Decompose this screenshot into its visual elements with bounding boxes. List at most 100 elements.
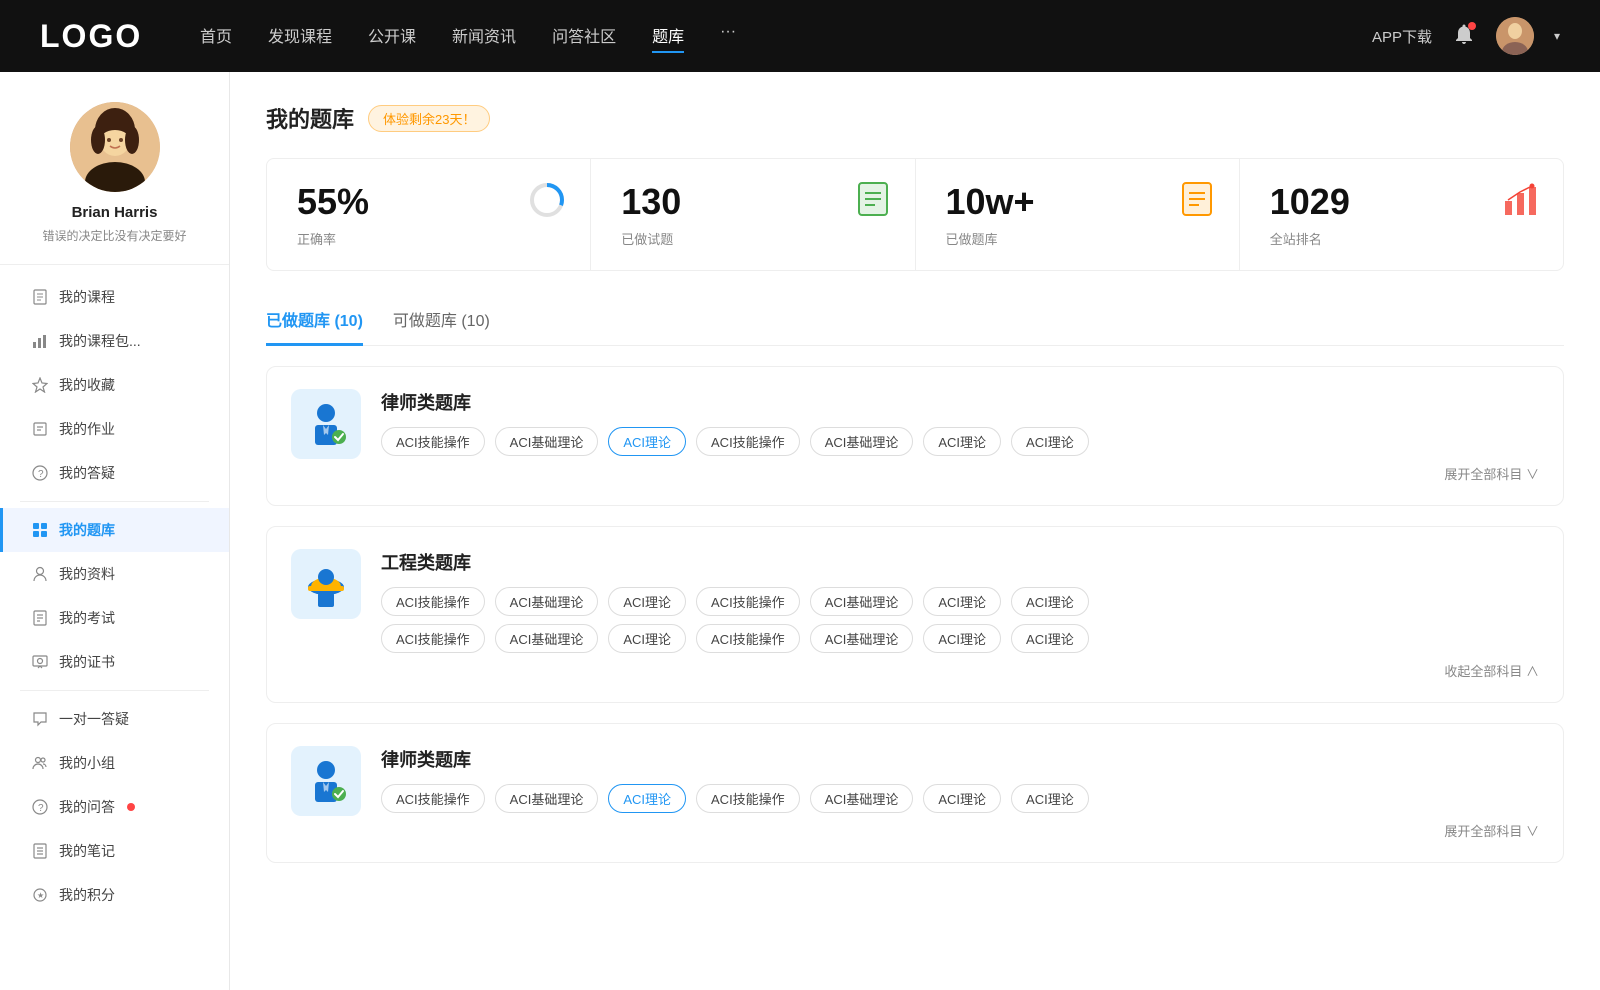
tag-item[interactable]: ACI技能操作 [696,784,800,813]
avatar-image [1496,17,1534,55]
tag-item[interactable]: ACI技能操作 [696,587,800,616]
sidebar-item-my-qa[interactable]: ? 我的问答 [0,785,229,829]
stats-row: 55% 正确率 130 已做试题 [266,158,1564,271]
tag-item-active[interactable]: ACI理论 [608,784,686,813]
sidebar-item-notes[interactable]: 我的笔记 [0,829,229,873]
expand-link-lawyer-2[interactable]: 展开全部科目 ∨ [381,821,1539,840]
qa-notification-dot [127,803,135,811]
nav-link-questionbank[interactable]: 题库 [652,19,684,53]
nav-link-news[interactable]: 新闻资讯 [452,19,516,53]
tag-item[interactable]: ACI技能操作 [381,587,485,616]
sidebar-item-one-on-one[interactable]: 一对一答疑 [0,697,229,741]
tag-item[interactable]: ACI技能操作 [381,427,485,456]
star-icon [31,376,49,394]
trial-badge: 体验剩余23天！ [368,105,490,132]
sidebar-item-answers[interactable]: ? 我的答疑 [0,451,229,495]
nav-link-home[interactable]: 首页 [200,19,232,53]
sidebar-item-profile[interactable]: 我的资料 [0,552,229,596]
tag-item[interactable]: ACI理论 [1011,624,1089,653]
bank-card-lawyer-1: 律师类题库 ACI技能操作 ACI基础理论 ACI理论 ACI技能操作 ACI基… [266,366,1564,506]
bank-engineer-content: 工程类题库 ACI技能操作 ACI基础理论 ACI理论 ACI技能操作 ACI基… [381,549,1539,680]
nav-links: 首页 发现课程 公开课 新闻资讯 问答社区 题库 ··· [200,19,1332,53]
tag-item[interactable]: ACI技能操作 [696,624,800,653]
sidebar: Brian Harris 错误的决定比没有决定要好 我的课程 我的课程包... [0,72,230,990]
sidebar-item-homework[interactable]: 我的作业 [0,407,229,451]
sidebar-item-certificate[interactable]: 我的证书 [0,640,229,684]
tag-item[interactable]: ACI基础理论 [495,427,599,456]
profile-avatar [70,102,160,192]
tag-item[interactable]: ACI技能操作 [381,784,485,813]
tag-item[interactable]: ACI技能操作 [381,624,485,653]
tag-item[interactable]: ACI理论 [923,624,1001,653]
qa-icon: ? [31,798,49,816]
bar-icon [31,332,49,350]
tag-item[interactable]: ACI理论 [1011,427,1089,456]
file-icon [31,288,49,306]
avatar[interactable] [1496,17,1534,55]
stat-done-questions-icon [855,181,891,222]
stat-rank-value: 1029 [1270,181,1350,223]
people-icon [31,565,49,583]
sidebar-item-my-courses[interactable]: 我的课程 [0,275,229,319]
profile-name: Brian Harris [72,204,158,221]
tag-item[interactable]: ACI基础理论 [495,624,599,653]
bank-lawyer-2-content: 律师类题库 ACI技能操作 ACI基础理论 ACI理论 ACI技能操作 ACI基… [381,746,1539,840]
edit-icon [31,420,49,438]
tag-item[interactable]: ACI理论 [923,427,1001,456]
tag-item[interactable]: ACI理论 [923,784,1001,813]
nav-link-courses[interactable]: 发现课程 [268,19,332,53]
bank-lawyer-icon-2 [291,746,361,816]
app-download[interactable]: APP下载 [1372,26,1432,47]
chat-icon [31,710,49,728]
stat-done-questions: 130 已做试题 [591,159,915,270]
tag-item[interactable]: ACI基础理论 [810,587,914,616]
sidebar-item-points[interactable]: ★ 我的积分 [0,873,229,917]
sidebar-label-profile: 我的资料 [59,564,115,584]
tag-item[interactable]: ACI技能操作 [696,427,800,456]
bank-card-lawyer-2: 律师类题库 ACI技能操作 ACI基础理论 ACI理论 ACI技能操作 ACI基… [266,723,1564,863]
tag-item[interactable]: ACI基础理论 [495,784,599,813]
bank-lawyer-2-title: 律师类题库 [381,746,1539,772]
expand-link-lawyer-1[interactable]: 展开全部科目 ∨ [381,464,1539,483]
bank-engineer-tags-row1: ACI技能操作 ACI基础理论 ACI理论 ACI技能操作 ACI基础理论 AC… [381,587,1539,616]
tag-item-active[interactable]: ACI理论 [608,427,686,456]
tag-item[interactable]: ACI理论 [923,587,1001,616]
sidebar-divider-1 [20,501,209,502]
tag-item[interactable]: ACI理论 [608,624,686,653]
bank-card-engineer: 工程类题库 ACI技能操作 ACI基础理论 ACI理论 ACI技能操作 ACI基… [266,526,1564,703]
nav-dropdown-arrow[interactable]: ▾ [1554,29,1560,43]
tag-item[interactable]: ACI理论 [1011,784,1089,813]
collapse-link-engineer[interactable]: 收起全部科目 ∧ [381,661,1539,680]
tag-item[interactable]: ACI基础理论 [810,784,914,813]
sidebar-label-notes: 我的笔记 [59,841,115,861]
notes-icon [31,842,49,860]
bank-lawyer-1-title: 律师类题库 [381,389,1539,415]
tab-done-banks[interactable]: 已做题库 (10) [266,299,363,346]
profile-motto: 错误的决定比没有决定要好 [42,227,186,244]
nav-link-qa[interactable]: 问答社区 [552,19,616,53]
sidebar-label-group: 我的小组 [59,753,115,773]
sidebar-label-exam: 我的考试 [59,608,115,628]
stat-done-questions-label: 已做试题 [621,229,673,248]
tag-item[interactable]: ACI理论 [1011,587,1089,616]
nav-link-open[interactable]: 公开课 [368,19,416,53]
sidebar-label-my-qa: 我的问答 [59,797,115,817]
notification-bell[interactable] [1452,22,1476,51]
profile-avatar-image [70,102,160,192]
stat-done-banks: 10w+ 已做题库 [916,159,1240,270]
sidebar-label-one-on-one: 一对一答疑 [59,709,129,729]
sidebar-item-course-package[interactable]: 我的课程包... [0,319,229,363]
sidebar-item-exam[interactable]: 我的考试 [0,596,229,640]
sidebar-item-group[interactable]: 我的小组 [0,741,229,785]
sidebar-item-questionbank[interactable]: 我的题库 [0,508,229,552]
tag-item[interactable]: ACI基础理论 [810,427,914,456]
tag-item[interactable]: ACI理论 [608,587,686,616]
sidebar-label-certificate: 我的证书 [59,652,115,672]
nav-link-more[interactable]: ··· [720,19,736,53]
tag-item[interactable]: ACI基础理论 [810,624,914,653]
sidebar-item-favorites[interactable]: 我的收藏 [0,363,229,407]
bank-lawyer-1-content: 律师类题库 ACI技能操作 ACI基础理论 ACI理论 ACI技能操作 ACI基… [381,389,1539,483]
main-content: 我的题库 体验剩余23天！ 55% 正确率 130 已做试题 [230,72,1600,990]
tag-item[interactable]: ACI基础理论 [495,587,599,616]
tab-available-banks[interactable]: 可做题库 (10) [393,299,490,346]
